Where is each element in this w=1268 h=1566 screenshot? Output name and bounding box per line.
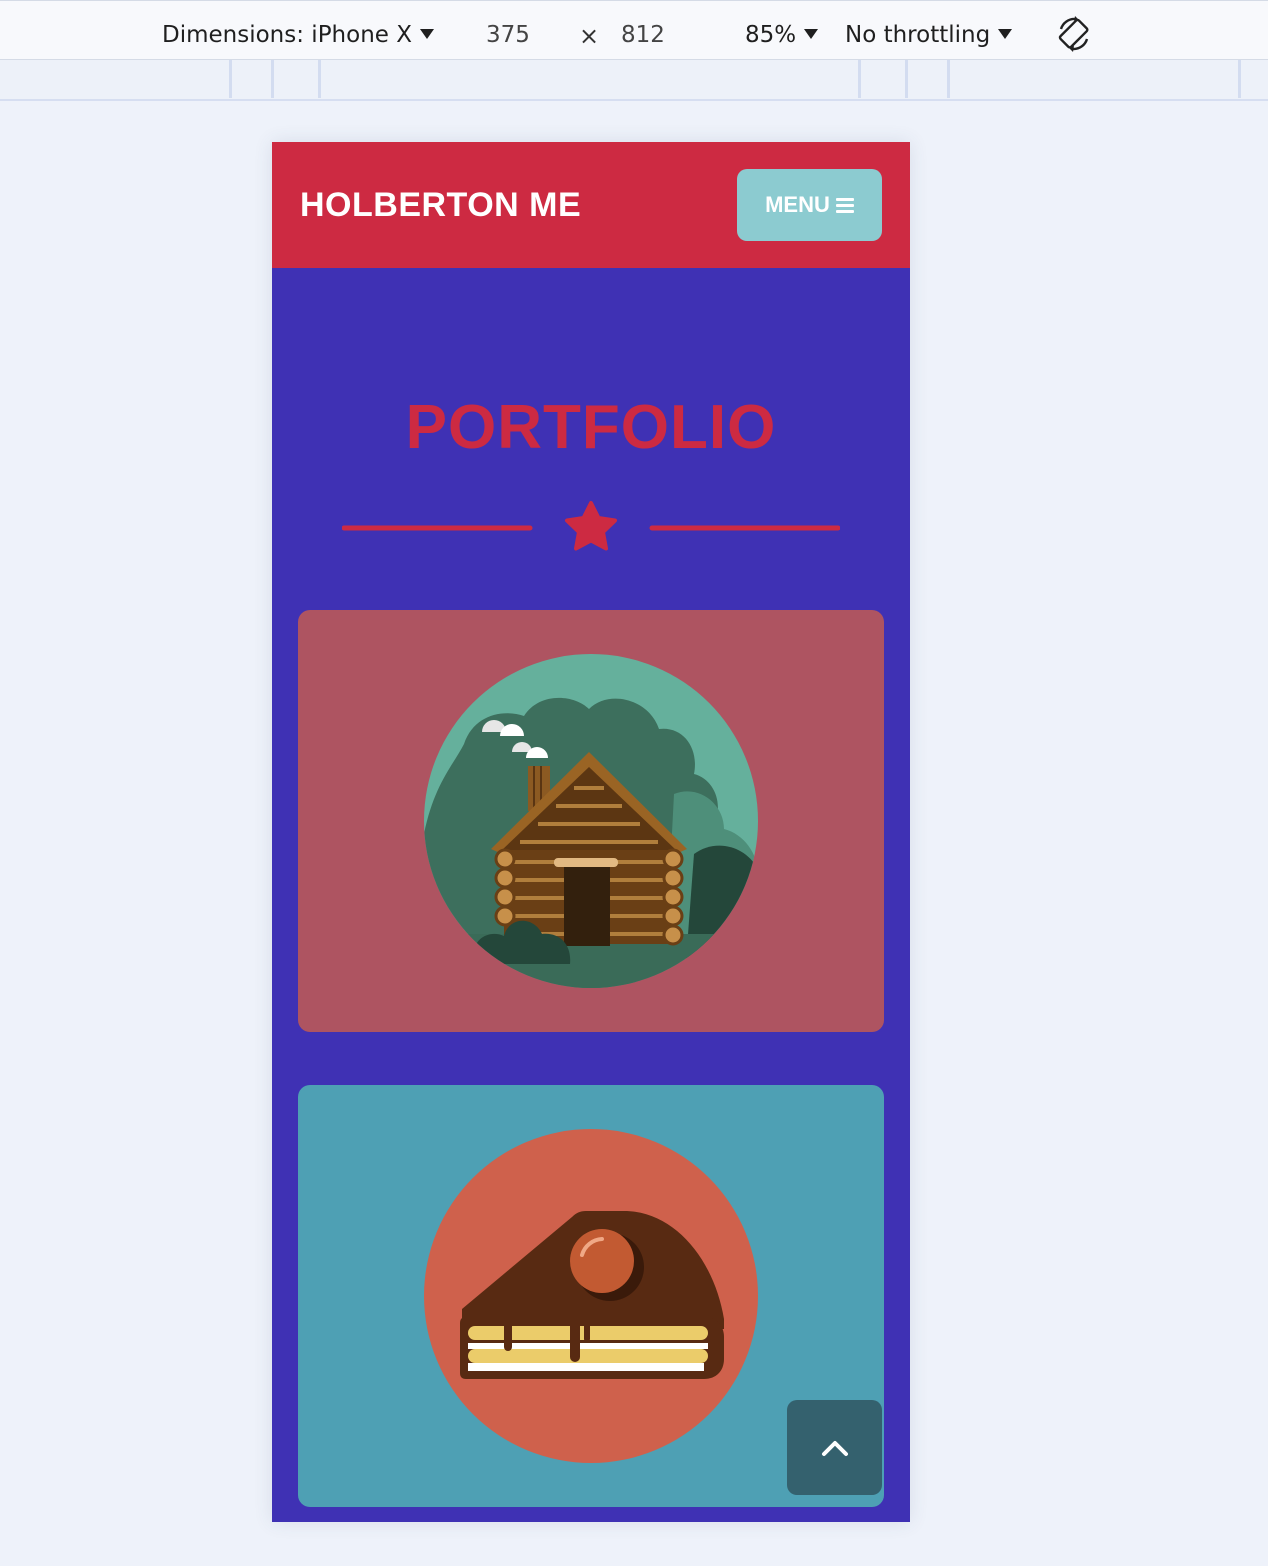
chevron-down-icon <box>420 29 435 39</box>
throttling-dropdown[interactable]: No throttling <box>845 20 1013 50</box>
zoom-dropdown[interactable]: 85% <box>745 20 819 50</box>
width-input[interactable]: 375 <box>482 20 534 50</box>
cake-slice-icon <box>424 1129 758 1463</box>
throttling-label: No throttling <box>845 22 991 48</box>
height-input[interactable]: 812 <box>617 20 669 50</box>
scroll-to-top-button[interactable] <box>787 1400 882 1495</box>
ruler-mark[interactable] <box>858 60 861 98</box>
times-icon: × <box>579 22 600 50</box>
media-query-bar <box>0 60 1268 101</box>
devtools-toolbar: Dimensions: iPhone X 375 × 812 85% No th… <box>0 0 1268 60</box>
device-viewport: HOLBERTON ME MENU PORTFOLIO <box>272 142 910 1522</box>
site-header: HOLBERTON ME MENU <box>272 142 910 268</box>
log-cabin-icon <box>424 654 758 988</box>
menu-label: MENU <box>765 192 830 217</box>
rotate-icon[interactable] <box>1055 15 1093 53</box>
ruler-mark[interactable] <box>318 60 321 98</box>
chevron-down-icon <box>804 29 819 39</box>
ruler-mark[interactable] <box>947 60 950 98</box>
brand-logo[interactable]: HOLBERTON ME <box>300 186 581 225</box>
ruler-mark[interactable] <box>271 60 274 98</box>
dimensions-label: Dimensions: iPhone X <box>162 22 413 48</box>
section-title: PORTFOLIO <box>405 393 777 462</box>
chevron-up-icon <box>821 1440 848 1456</box>
portfolio-card-cabin[interactable] <box>298 610 884 1032</box>
ruler-mark[interactable] <box>229 60 232 98</box>
menu-button[interactable]: MENU <box>737 169 882 241</box>
star-divider <box>342 501 840 551</box>
chevron-down-icon <box>998 29 1013 39</box>
hamburger-icon <box>835 197 854 213</box>
dimensions-dropdown[interactable]: Dimensions: iPhone X <box>162 20 435 50</box>
ruler-mark[interactable] <box>1238 60 1241 98</box>
star-icon <box>565 501 617 551</box>
zoom-label: 85% <box>745 22 797 48</box>
ruler-mark[interactable] <box>905 60 908 98</box>
